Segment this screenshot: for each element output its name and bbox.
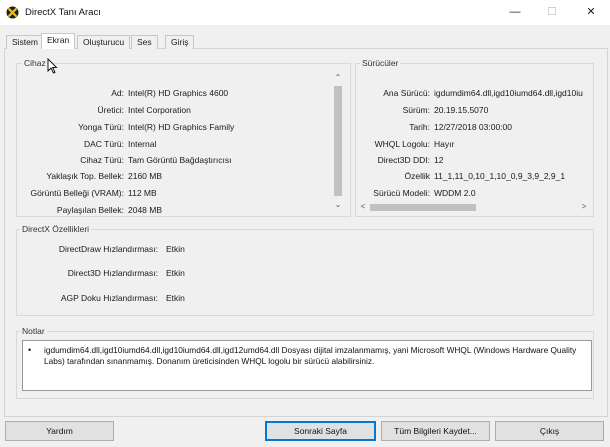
device-value-vram: 112 MB [128,188,157,198]
device-label-chip: Yonga Türü: [78,122,124,132]
minimize-button[interactable]: — [503,3,527,21]
notes-text: igdumdim64.dll,igd10iumd64.dll,igd10iumd… [44,345,577,366]
exit-button[interactable]: Çıkış [495,421,604,441]
direct3d-value: Etkin [166,268,185,278]
tab-ses[interactable]: Ses [131,35,158,49]
device-label-total-memory: Yaklaşık Top. Bellek: [46,171,124,181]
direct3d-label: Direct3D Hızlandırması: [67,268,158,278]
notes-title: Notlar [20,326,47,336]
device-value-manufacturer: Intel Corporation [128,105,191,115]
driver-value-feature: 11_1,11_0,10_1,10_0,9_3,9_2,9_1 [434,171,566,181]
driver-label-model: Sürücü Modeli: [373,188,430,198]
directx-features-title: DirectX Özellikleri [20,224,92,234]
device-value-chip: Intel(R) HD Graphics Family [128,122,235,132]
device-label-name: Ad: [111,88,124,98]
tab-ekran[interactable]: Ekran [41,33,76,49]
driver-label-version: Sürüm: [402,105,430,115]
help-button[interactable]: Yardım [5,421,114,441]
device-value-type: Tam Görüntü Bağdaştırıcısı [128,155,232,165]
tab-olusturucu[interactable]: Oluşturucu [77,35,131,49]
tab-sistem[interactable]: Sistem [6,35,44,49]
device-label-vram: Görüntü Belleği (VRAM): [30,188,124,198]
driver-label-ddi: Direct3D DDI: [377,155,430,165]
driver-value-date: 12/27/2018 03:00:00 [434,122,512,132]
device-value-dac: Internal [128,139,157,149]
save-all-info-button[interactable]: Tüm Bilgileri Kaydet... [381,421,490,441]
drivers-group-title: Sürücüler [360,58,401,68]
next-page-button[interactable]: Sonraki Sayfa [265,421,376,441]
agp-value: Etkin [166,293,185,303]
driver-value-ddi: 12 [434,155,444,165]
directx-app-icon [6,6,19,19]
scroll-down-arrow-icon[interactable]: ⌄ [332,200,344,210]
device-scroll-thumb[interactable] [334,86,342,196]
drivers-scroll-thumb[interactable] [370,204,476,211]
scroll-right-arrow-icon[interactable]: > [579,202,589,212]
device-value-total-memory: 2160 MB [128,171,163,181]
driver-label-feature: Özellik [404,171,430,181]
driver-value-whql: Hayır [434,139,455,149]
device-label-dac: DAC Türü: [84,139,124,149]
driver-label-main: Ana Sürücü: [383,88,430,98]
notes-bullet: • [28,345,32,355]
scroll-left-arrow-icon[interactable]: < [358,202,368,212]
directdraw-value: Etkin [166,244,185,254]
driver-value-version: 20.19.15.5070 [434,105,489,115]
window-title: DirectX Tanı Aracı [25,7,101,18]
agp-label: AGP Doku Hızlandırması: [60,293,158,303]
device-group-title: Cihaz [22,58,48,68]
device-value-name: Intel(R) HD Graphics 4600 [128,88,229,98]
scroll-up-arrow-icon[interactable]: ⌃ [332,73,344,83]
directdraw-label: DirectDraw Hızlandırması: [58,244,158,254]
driver-label-date: Tarih: [409,122,430,132]
tab-giris[interactable]: Giriş [165,35,195,49]
device-label-shared-memory: Paylaşılan Bellek: [56,205,124,215]
driver-label-whql: WHQL Logolu: [374,139,430,149]
mouse-cursor-icon [47,58,58,74]
close-button[interactable]: ✕ [579,3,603,21]
device-label-type: Cihaz Türü: [80,155,124,165]
driver-value-model: WDDM 2.0 [434,188,476,198]
device-value-shared-memory: 2048 MB [128,205,163,215]
maximize-button[interactable]: ☐ [540,3,564,21]
device-label-manufacturer: Üretici: [97,105,124,115]
driver-value-main: igdumdim64.dll,igd10iumd64.dll,igd10iu [434,88,583,98]
